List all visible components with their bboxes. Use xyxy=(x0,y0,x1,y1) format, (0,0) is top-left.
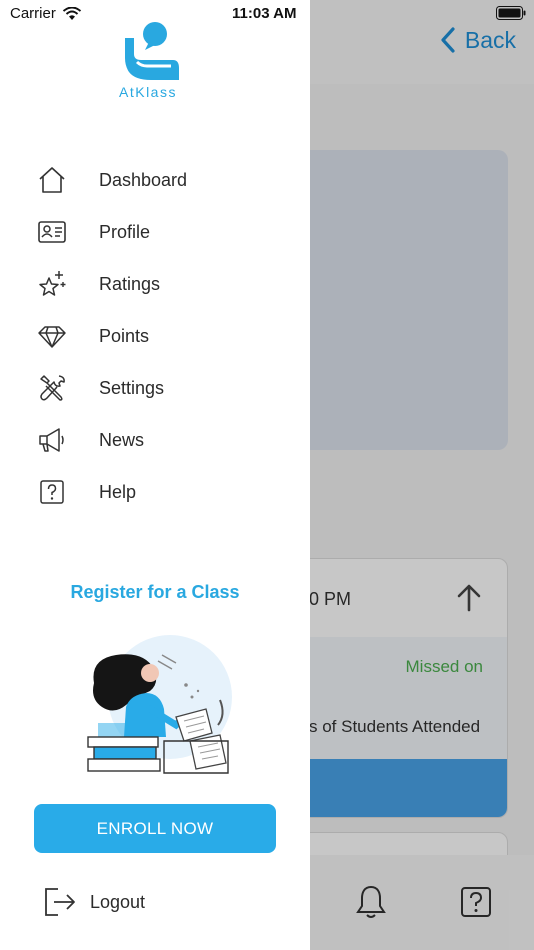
logout-button[interactable]: Logout xyxy=(42,884,145,920)
home-icon xyxy=(36,164,68,196)
status-bar: Carrier 11:03 AM xyxy=(0,0,534,30)
menu-label: Points xyxy=(99,325,150,346)
menu-label: Dashboard xyxy=(99,169,188,190)
app-logo: AtKlass xyxy=(115,20,185,100)
menu-item-help[interactable]: Help xyxy=(0,467,310,517)
carrier-label: Carrier xyxy=(10,5,56,22)
menu-label: Profile xyxy=(99,221,151,242)
menu-item-settings[interactable]: Settings xyxy=(0,363,310,413)
star-sparkle-icon xyxy=(36,268,68,300)
menu-item-dashboard[interactable]: Dashboard xyxy=(0,155,310,205)
tools-icon xyxy=(36,372,68,404)
menu-item-points[interactable]: Points xyxy=(0,311,310,361)
student-illustration xyxy=(87,635,232,774)
diamond-icon xyxy=(36,320,68,352)
menu-item-news[interactable]: News xyxy=(0,415,310,465)
help-icon xyxy=(36,476,68,508)
register-title: Register for a Class xyxy=(70,582,240,602)
logo-text: AtKlass xyxy=(119,84,177,100)
side-drawer: AtKlass Dashboard Profile Ratings Points xyxy=(0,0,310,950)
enroll-now-button[interactable]: ENROLL NOW xyxy=(34,804,276,853)
menu-label: Ratings xyxy=(99,273,161,294)
carrier: Carrier xyxy=(10,5,82,22)
megaphone-icon xyxy=(36,424,68,456)
clock: 11:03 AM xyxy=(232,5,297,22)
menu-item-ratings[interactable]: Ratings xyxy=(0,259,310,309)
menu-label: Settings xyxy=(99,377,165,398)
menu-item-profile[interactable]: Profile xyxy=(0,207,310,257)
logout-label: Logout xyxy=(90,891,146,912)
battery-icon xyxy=(496,6,526,20)
menu-label: Help xyxy=(99,481,137,502)
wifi-icon xyxy=(62,6,81,20)
logout-icon xyxy=(45,888,75,916)
id-card-icon xyxy=(36,216,68,248)
menu-label: News xyxy=(99,429,145,450)
